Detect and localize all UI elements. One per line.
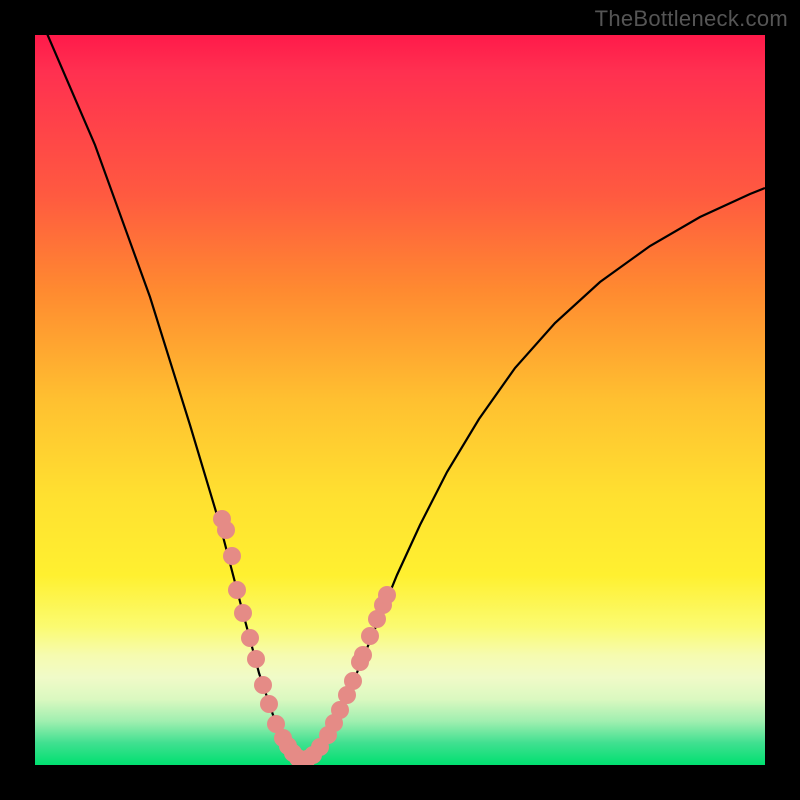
data-marker [228,581,246,599]
data-marker [247,650,265,668]
chart-container: TheBottleneck.com [0,0,800,800]
plot-area [35,35,765,765]
data-marker [234,604,252,622]
data-marker [378,586,396,604]
watermark-text: TheBottleneck.com [595,6,788,32]
data-marker [241,629,259,647]
data-marker [217,521,235,539]
data-marker [223,547,241,565]
data-markers [213,510,396,765]
data-marker [254,676,272,694]
data-marker [354,646,372,664]
data-marker [344,672,362,690]
chart-svg [35,35,765,765]
data-marker [361,627,379,645]
bottleneck-curve [39,35,765,761]
data-marker [260,695,278,713]
